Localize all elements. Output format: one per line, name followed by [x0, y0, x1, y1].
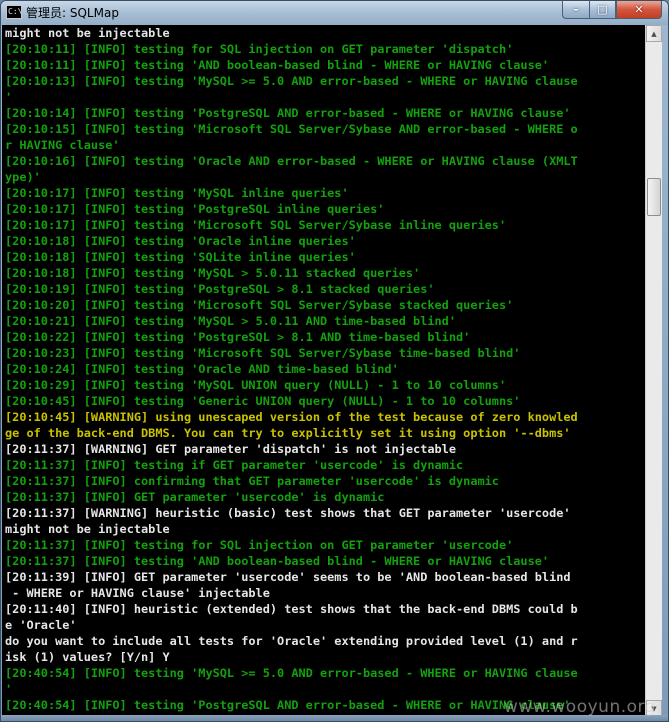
console-line: [20:10:19] [INFO] testing 'PostgreSQL > … — [5, 282, 435, 296]
console-line: [20:11:37] [WARNING] heuristic (basic) t… — [5, 506, 571, 520]
console-line: [20:10:11] [INFO] testing 'AND boolean-b… — [5, 58, 550, 72]
close-button[interactable]: ✕ — [616, 1, 662, 19]
console-line: [20:11:40] [INFO] heuristic (extended) t… — [5, 602, 578, 616]
console-line: [20:10:45] [WARNING] using unescaped ver… — [5, 410, 578, 424]
console-line: - WHERE or HAVING clause' injectable — [5, 586, 270, 600]
console-line: do you want to include all tests for 'Or… — [5, 634, 578, 648]
scroll-up-button[interactable]: ▲ — [646, 25, 662, 42]
console-line: ' — [5, 682, 13, 696]
console-line: [20:10:13] [INFO] testing 'MySQL >= 5.0 … — [5, 74, 578, 88]
scrollbar-thumb[interactable] — [647, 178, 661, 217]
console-line: ype)' — [5, 170, 41, 184]
window-title: 管理员: SQLMap — [26, 6, 119, 20]
console-line: r HAVING clause' — [5, 138, 120, 152]
console-line: [20:11:37] [INFO] testing if GET paramet… — [5, 458, 464, 472]
console-window: C:\ 管理员: SQLMap – □ ✕ might not be injec… — [0, 0, 669, 722]
console-line: [20:10:16] [INFO] testing 'Oracle AND er… — [5, 154, 578, 168]
title-bar[interactable]: C:\ 管理员: SQLMap – □ ✕ — [1, 1, 668, 25]
console-app-icon[interactable]: C:\ — [6, 5, 22, 19]
console-line: [20:10:18] [INFO] testing 'SQLite inline… — [5, 250, 356, 264]
console-line: [20:11:37] [INFO] testing 'AND boolean-b… — [5, 554, 550, 568]
console-line: might not be injectable — [5, 26, 170, 40]
watermark: www.wooyun.org — [503, 697, 656, 717]
console-line: [20:10:11] [INFO] testing for SQL inject… — [5, 42, 514, 56]
console-line: [20:10:24] [INFO] testing 'Oracle AND ti… — [5, 362, 399, 376]
maximize-button[interactable]: □ — [589, 1, 616, 19]
caption-buttons: – □ ✕ — [562, 1, 662, 20]
console-line: might not be injectable — [5, 522, 170, 536]
console-line: [20:10:18] [INFO] testing 'MySQL > 5.0.1… — [5, 266, 421, 280]
console-line: [20:11:37] [INFO] confirming that GET pa… — [5, 474, 499, 488]
console-line: e 'Oracle' — [5, 618, 77, 632]
console-line: [20:10:21] [INFO] testing 'MySQL > 5.0.1… — [5, 314, 457, 328]
console-line: [20:10:14] [INFO] testing 'PostgreSQL AN… — [5, 106, 571, 120]
console-line: ge of the back-end DBMS. You can try to … — [5, 426, 571, 440]
console-line: [20:11:39] [INFO] GET parameter 'usercod… — [5, 570, 571, 584]
console-line: [20:11:37] [INFO] testing for SQL inject… — [5, 538, 514, 552]
console-line: ' — [5, 90, 13, 104]
console-line: [20:10:20] [INFO] testing 'Microsoft SQL… — [5, 298, 514, 312]
console-line: [20:40:54] [INFO] testing 'PostgreSQL AN… — [5, 698, 571, 712]
minimize-icon: – — [573, 3, 579, 16]
vertical-scrollbar[interactable]: ▲ ▼ — [645, 25, 662, 717]
console-line: [20:10:15] [INFO] testing 'Microsoft SQL… — [5, 122, 578, 136]
console-line: [20:10:23] [INFO] testing 'Microsoft SQL… — [5, 346, 521, 360]
maximize-icon: □ — [597, 3, 608, 16]
console-line: [20:10:29] [INFO] testing 'MySQL UNION q… — [5, 378, 507, 392]
console-line: [20:10:22] [INFO] testing 'PostgreSQL > … — [5, 330, 471, 344]
console-line: [20:10:17] [INFO] testing 'Microsoft SQL… — [5, 218, 507, 232]
console-line: [20:10:18] [INFO] testing 'Oracle inline… — [5, 234, 356, 248]
console-line: isk (1) values? [Y/n] Y — [5, 650, 170, 664]
console-line: [20:11:37] [INFO] GET parameter 'usercod… — [5, 490, 385, 504]
close-icon: ✕ — [634, 3, 644, 16]
console-line: [20:10:45] [INFO] testing 'Generic UNION… — [5, 394, 521, 408]
console-output[interactable]: might not be injectable [20:10:11] [INFO]… — [2, 25, 645, 717]
console-line: [20:40:54] [INFO] testing 'MySQL >= 5.0 … — [5, 666, 578, 680]
minimize-button[interactable]: – — [562, 1, 589, 19]
arrow-up-icon: ▲ — [651, 29, 657, 38]
console-line: [20:10:17] [INFO] testing 'PostgreSQL in… — [5, 202, 385, 216]
console-line: [20:11:37] [WARNING] GET parameter 'disp… — [5, 442, 457, 456]
console-line: [20:10:17] [INFO] testing 'MySQL inline … — [5, 186, 349, 200]
